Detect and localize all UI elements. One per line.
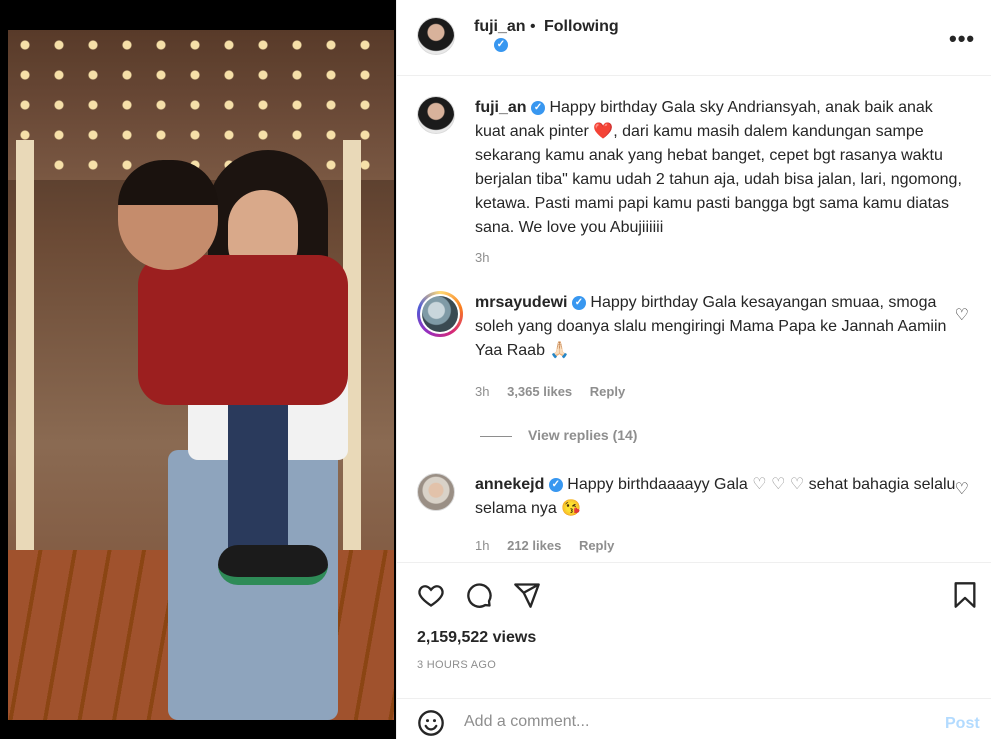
comment-meta: 1h 212 likes Reply — [475, 538, 628, 553]
add-comment-bar: Post — [397, 698, 991, 739]
post-button[interactable]: Post — [945, 715, 980, 733]
white-hearts-emoji: ♡ ♡ ♡ — [752, 476, 805, 493]
post-header: fuji_an ✓ • Following ••• — [397, 0, 991, 76]
following-button[interactable]: Following — [544, 18, 619, 36]
heart-icon[interactable] — [417, 581, 445, 609]
comment-time[interactable]: 3h — [475, 384, 489, 399]
verified-icon: ✓ — [571, 295, 586, 310]
commenter-avatar[interactable] — [417, 473, 455, 511]
view-replies-button[interactable]: View replies (14) — [480, 427, 637, 443]
comment-likes[interactable]: 212 likes — [507, 538, 561, 553]
like-comment-heart-icon[interactable]: ♡ — [955, 479, 969, 499]
comment-icon[interactable] — [465, 581, 493, 609]
media-pane[interactable] — [0, 0, 396, 739]
caption-text: fuji_an ✓ Happy birthday Gala sky Andria… — [475, 99, 962, 236]
verified-icon: ✓ — [494, 38, 508, 52]
verified-icon: ✓ — [548, 477, 563, 492]
caption-meta: 3h — [475, 250, 503, 265]
share-icon[interactable] — [513, 581, 541, 609]
replies-divider-line — [480, 435, 512, 437]
kiss-emoji: 😘 — [561, 500, 582, 517]
like-comment-heart-icon[interactable]: ♡ — [955, 305, 969, 325]
more-icon[interactable]: ••• — [949, 26, 975, 52]
comment-input[interactable] — [464, 713, 904, 731]
pray-emoji: 🙏🏻 — [549, 342, 570, 359]
emoji-icon[interactable] — [417, 709, 445, 737]
caption-username[interactable]: fuji_an — [475, 99, 527, 116]
author-avatar[interactable] — [417, 96, 455, 134]
comment-likes[interactable]: 3,365 likes — [507, 384, 572, 399]
post-actions: 2,159,522 views 3 HOURS AGO — [397, 562, 991, 698]
post-video[interactable] — [8, 30, 394, 720]
reply-button[interactable]: Reply — [579, 538, 614, 553]
reply-button[interactable]: Reply — [590, 384, 625, 399]
comments-list[interactable]: fuji_an ✓ Happy birthday Gala sky Andria… — [397, 77, 991, 561]
comment-text: annekejd ✓ Happy birthdaaaayy Gala ♡ ♡ ♡… — [475, 476, 956, 517]
story-ring-avatar[interactable] — [417, 291, 463, 337]
comment-time[interactable]: 1h — [475, 538, 489, 553]
author-avatar[interactable] — [417, 17, 455, 55]
verified-icon: ✓ — [531, 100, 546, 115]
child-figure — [118, 160, 348, 590]
comment-meta: 3h 3,365 likes Reply — [475, 384, 639, 399]
post-timestamp[interactable]: 3 HOURS AGO — [417, 659, 496, 671]
bookmark-icon[interactable] — [951, 581, 979, 609]
comment-username[interactable]: annekejd — [475, 476, 544, 493]
caption-time[interactable]: 3h — [475, 250, 489, 265]
comment-username[interactable]: mrsayudewi — [475, 294, 567, 311]
comment-text: mrsayudewi ✓ Happy birthday Gala kesayan… — [475, 294, 947, 359]
view-count[interactable]: 2,159,522 views — [417, 629, 536, 647]
carousel-pillar — [16, 140, 34, 560]
red-heart-emoji: ❤️ — [593, 123, 614, 140]
author-username[interactable]: fuji_an — [474, 18, 526, 36]
separator-dot: • — [530, 18, 536, 35]
post-side-panel: fuji_an ✓ • Following ••• fuji_an ✓ Happ… — [396, 0, 991, 739]
